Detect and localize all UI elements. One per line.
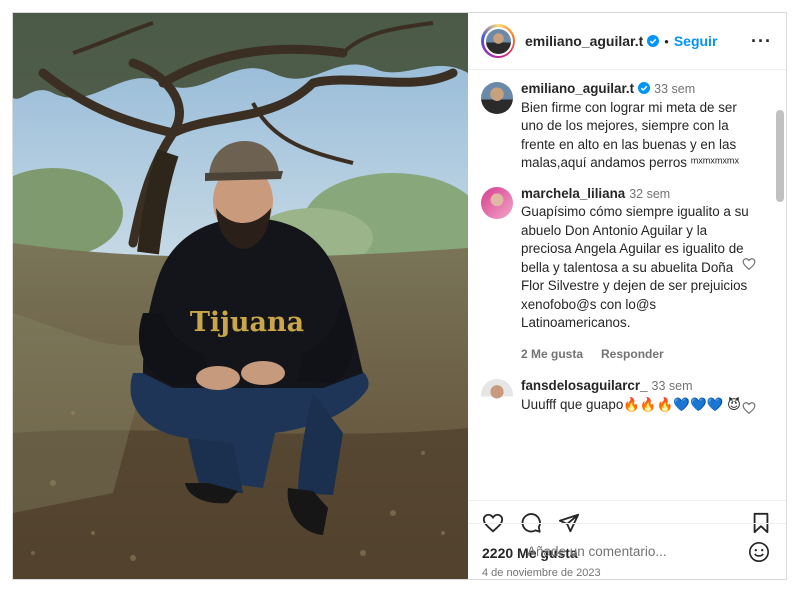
photo-illustration: Tijuana — [13, 13, 468, 579]
instagram-post: Tijuana emiliano_aguilar.t • Seguir ··· — [12, 12, 787, 580]
separator-dot: • — [664, 33, 669, 49]
post-photo[interactable]: Tijuana — [13, 13, 468, 579]
hoodie-print-text: Tijuana — [190, 307, 304, 338]
emoji-smiley-icon[interactable] — [748, 541, 770, 563]
post-header: emiliano_aguilar.t • Seguir ··· — [468, 13, 786, 70]
comment-text: Guapísimo cómo siempre igualito a su abu… — [521, 204, 749, 330]
follow-button[interactable]: Seguir — [674, 33, 718, 49]
add-comment-input[interactable] — [525, 543, 748, 560]
post-sidebar: emiliano_aguilar.t • Seguir ··· emiliano… — [468, 13, 786, 579]
comment-username[interactable]: fansdelosaguilarcr_ — [521, 378, 648, 393]
comment-text: Uuufff que guapo🔥🔥🔥💙💙💙 😈 — [521, 396, 741, 412]
comment-username[interactable]: marchela_liliana — [521, 186, 625, 201]
comments-scrollbar[interactable] — [776, 110, 784, 202]
like-comment-heart-icon[interactable] — [742, 257, 756, 271]
commenter-avatar[interactable] — [481, 186, 513, 219]
comment-likes[interactable]: 2 Me gusta — [521, 347, 583, 361]
caption-avatar[interactable] — [481, 82, 513, 114]
reply-button[interactable]: Responder — [601, 347, 664, 361]
more-options-icon[interactable]: ··· — [751, 31, 772, 52]
caption-text: Bien firme con lograr mi meta de ser uno… — [521, 99, 739, 171]
caption-username[interactable]: emiliano_aguilar.t — [521, 81, 634, 96]
author-avatar[interactable] — [481, 24, 515, 58]
verified-badge-icon — [638, 82, 651, 94]
caption: emiliano_aguilar.t 33 sem Bien firme con … — [481, 80, 772, 173]
commenter-avatar[interactable] — [481, 379, 513, 411]
like-comment-heart-icon[interactable] — [742, 401, 756, 415]
comment-time: 33 sem — [651, 379, 693, 393]
caption-time: 33 sem — [654, 82, 696, 96]
add-comment-bar — [468, 523, 786, 579]
comment-item: marchela_liliana 32 sem Guapísimo cómo si… — [481, 185, 772, 364]
verified-badge-icon — [647, 35, 660, 47]
comment-time: 32 sem — [629, 186, 671, 201]
author-username[interactable]: emiliano_aguilar.t — [525, 33, 643, 49]
comments-section[interactable]: emiliano_aguilar.t 33 sem Bien firme con … — [468, 70, 786, 501]
comment-item: fansdelosaguilarcr_ 33 sem Uuufff que gua… — [481, 377, 772, 415]
